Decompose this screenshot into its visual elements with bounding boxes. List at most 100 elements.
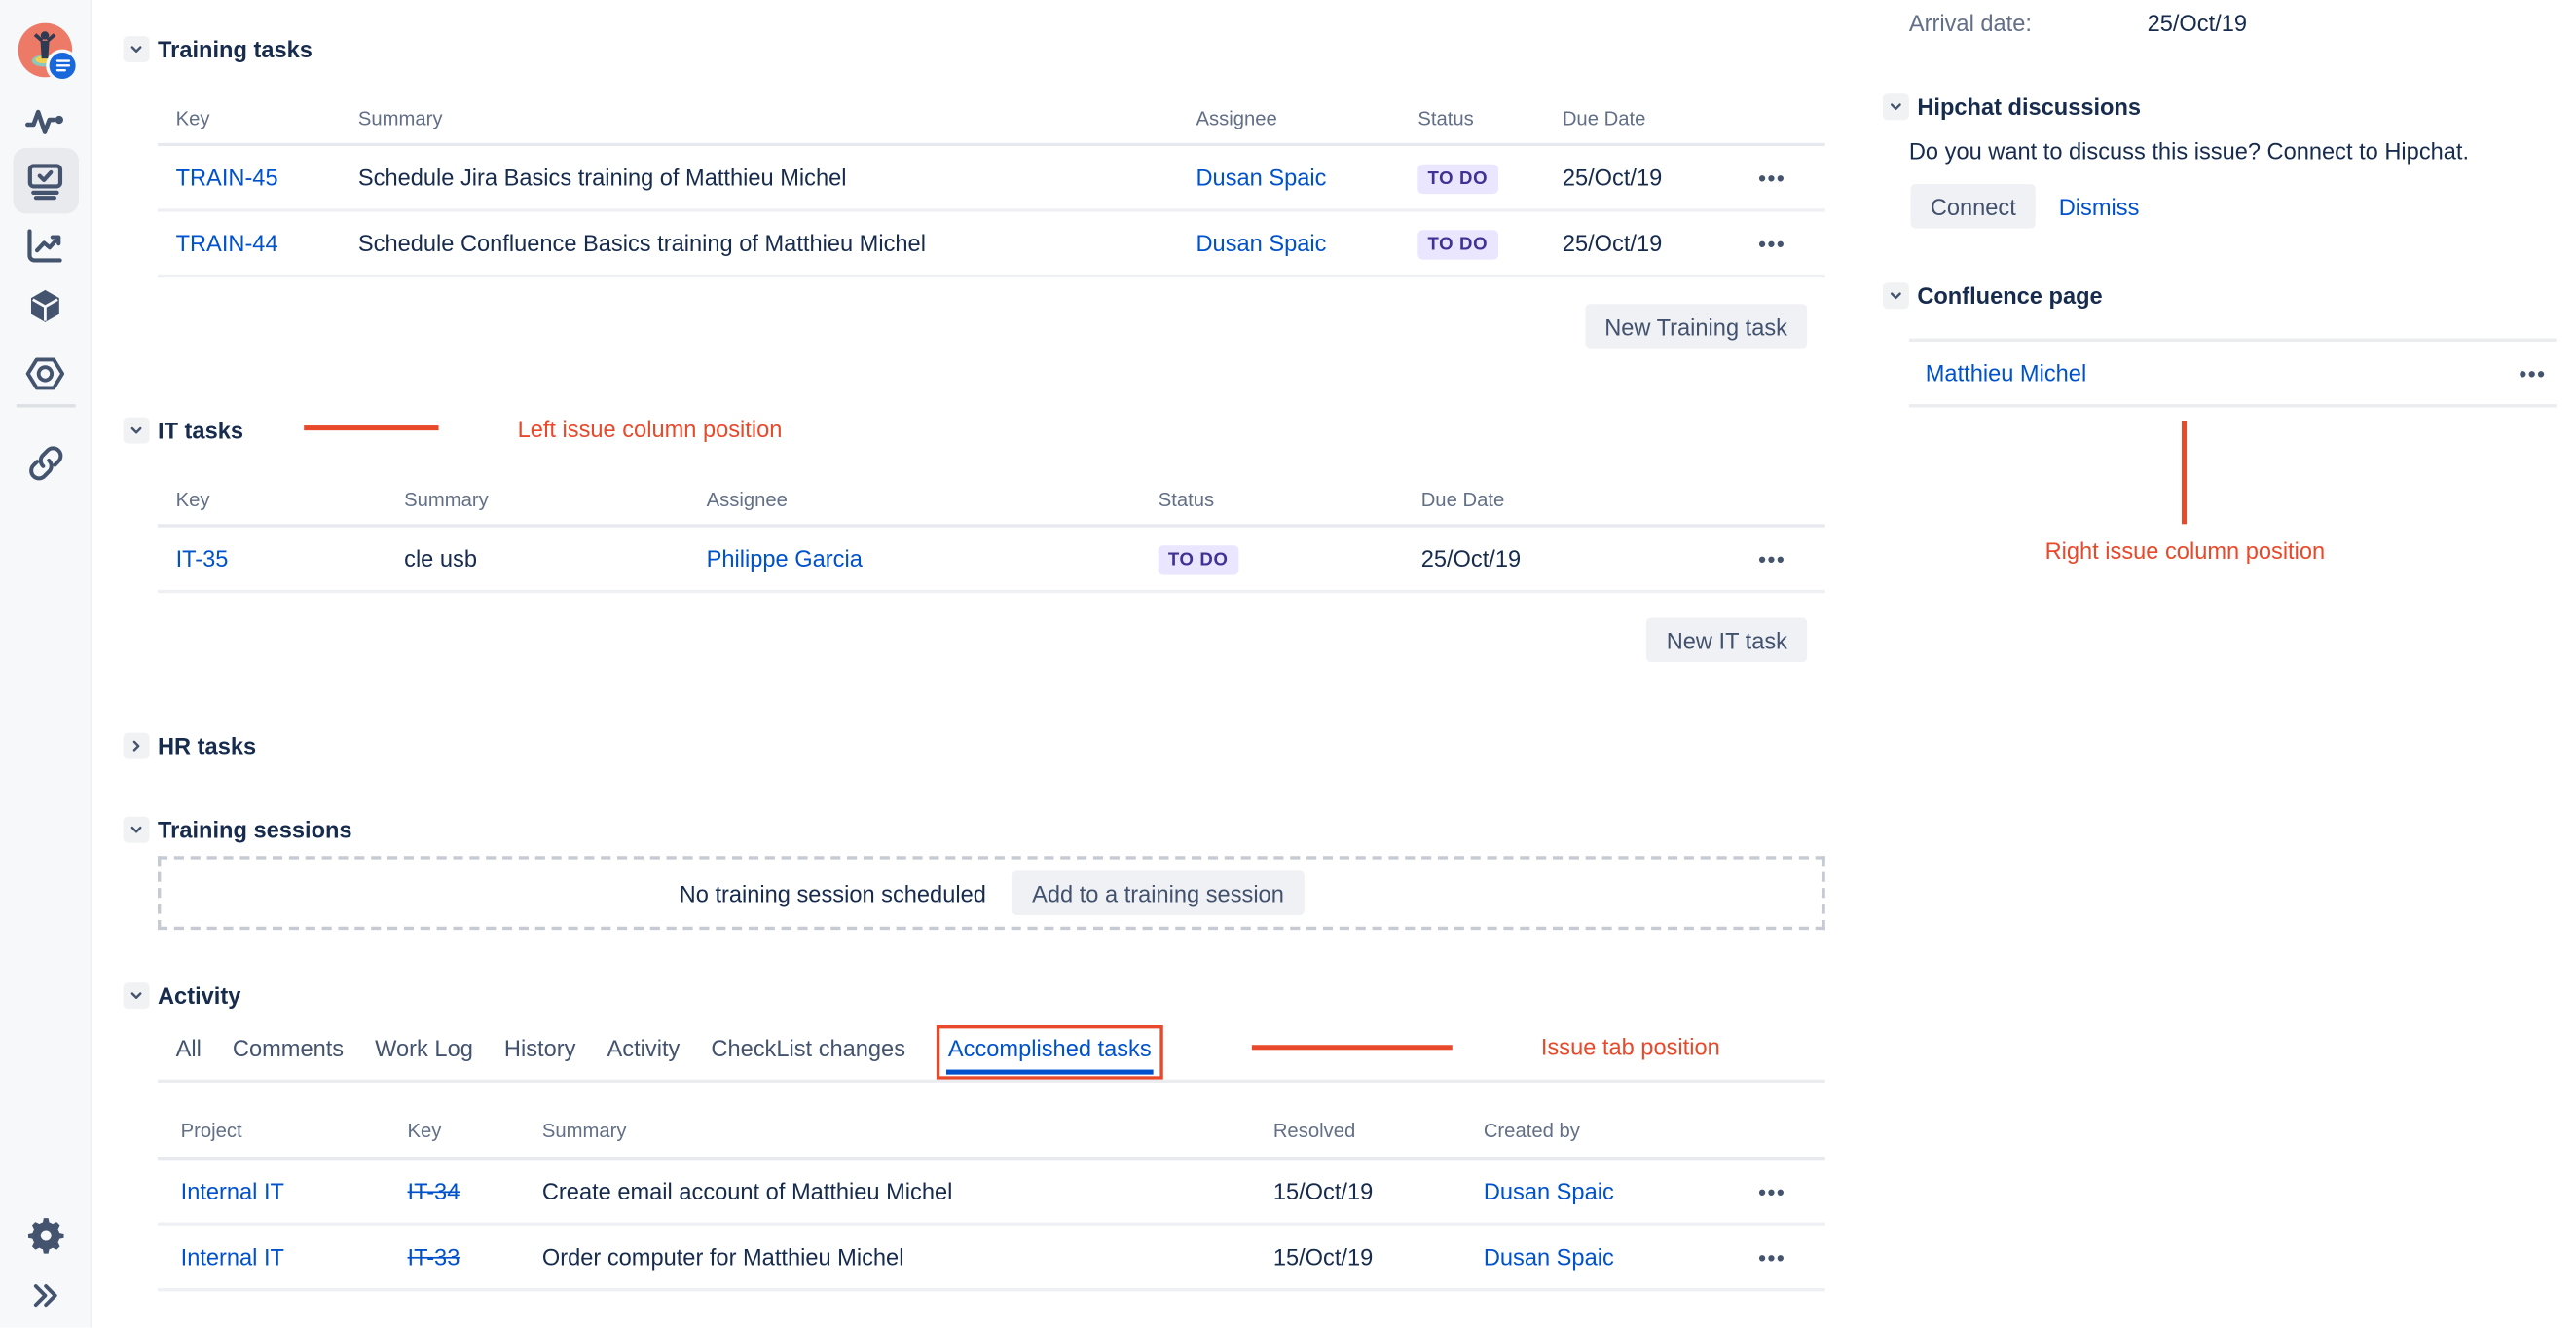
section-title: Training tasks <box>158 36 313 63</box>
confluence-page-row: Matthieu Michel ••• <box>1909 342 2557 404</box>
expand-sidebar-chevrons-icon[interactable] <box>18 1269 71 1321</box>
chevron-down-icon[interactable] <box>1882 93 1909 121</box>
add-training-session-button[interactable]: Add to a training session <box>1012 870 1305 915</box>
table-row: IT-35 cle usb Philippe Garcia TO DO 25/O… <box>158 527 1825 594</box>
apps-cube-icon[interactable] <box>18 279 71 332</box>
row-actions-button[interactable]: ••• <box>2520 360 2547 385</box>
col-header-summary: Summary <box>357 105 443 129</box>
issue-summary: Schedule Confluence Basics training of M… <box>357 230 926 257</box>
table-row: TRAIN-45 Schedule Jira Basics training o… <box>158 146 1825 212</box>
issue-key-link-resolved[interactable]: IT-33 <box>408 1243 460 1270</box>
project-link[interactable]: Internal IT <box>181 1243 284 1270</box>
rail-divider <box>16 404 75 408</box>
col-header-assignee: Assignee <box>706 487 788 510</box>
col-header-key: Key <box>175 105 210 129</box>
hipchat-actions: Connect Dismiss <box>1910 184 2143 229</box>
created-by-link[interactable]: Dusan Spaic <box>1484 1243 1614 1270</box>
col-header-due-date: Due Date <box>1420 487 1505 510</box>
chevron-right-icon[interactable] <box>123 732 150 759</box>
tab-checklist-changes[interactable]: CheckList changes <box>711 1034 905 1060</box>
row-actions-button[interactable]: ••• <box>1753 1179 1825 1203</box>
new-it-task-button[interactable]: New IT task <box>1646 617 1808 663</box>
issue-summary: Schedule Jira Basics training of Matthie… <box>357 164 847 191</box>
due-date: 25/Oct/19 <box>1562 164 1663 191</box>
jira-issue-page: Training tasks Key Summary Assignee Stat… <box>0 0 2576 1328</box>
section-header-training-sessions: Training sessions <box>123 816 352 843</box>
status-badge: TO DO <box>1158 544 1238 574</box>
section-title: Hipchat discussions <box>1917 93 2142 121</box>
new-training-task-button[interactable]: New Training task <box>1584 304 1808 349</box>
row-actions-button[interactable]: ••• <box>1753 1244 1825 1269</box>
accomplished-tasks-table: Project Key Summary Resolved Created by … <box>158 1104 1825 1292</box>
activity-tab-bar: All Comments Work Log History Activity C… <box>158 1024 1162 1079</box>
project-link[interactable]: Internal IT <box>181 1178 284 1204</box>
col-header-created-by: Created by <box>1483 1119 1580 1142</box>
assignee-link[interactable]: Philippe Garcia <box>707 545 863 572</box>
created-by-link[interactable]: Dusan Spaic <box>1484 1178 1614 1204</box>
chevron-down-icon[interactable] <box>123 36 150 63</box>
empty-state-text: No training session scheduled <box>679 879 986 906</box>
section-header-activity: Activity <box>123 982 241 1010</box>
annotation-text-issue-tab: Issue tab position <box>1540 1033 1720 1060</box>
issue-summary: cle usb <box>404 545 477 572</box>
tab-comments[interactable]: Comments <box>233 1034 344 1060</box>
chevron-down-icon[interactable] <box>123 982 150 1010</box>
avatar-notes-badge-icon <box>46 49 79 83</box>
section-header-it-tasks: IT tasks <box>123 417 243 444</box>
chevron-down-icon[interactable] <box>1882 282 1909 310</box>
tab-activity[interactable]: Activity <box>607 1034 681 1060</box>
section-header-hipchat: Hipchat discussions <box>1882 93 2142 121</box>
tab-work-log[interactable]: Work Log <box>375 1034 473 1060</box>
status-badge: TO DO <box>1417 229 1498 259</box>
dismiss-button[interactable]: Dismiss <box>2055 184 2142 229</box>
table-row: Internal IT IT-34 Create email account o… <box>158 1160 1825 1226</box>
row-actions-button[interactable]: ••• <box>1753 166 1825 190</box>
row-actions-button[interactable]: ••• <box>1753 546 1825 571</box>
hex-nut-icon[interactable] <box>18 347 71 399</box>
chart-trend-icon[interactable] <box>18 218 71 271</box>
settings-gear-icon[interactable] <box>18 1209 71 1262</box>
section-title: HR tasks <box>158 732 257 759</box>
table-header-row: Key Summary Assignee Status Due Date <box>158 473 1825 528</box>
section-title: Activity <box>158 982 241 1010</box>
due-date: 25/Oct/19 <box>1562 230 1663 257</box>
col-header-project: Project <box>180 1119 242 1142</box>
arrival-date-label: Arrival date: <box>1908 10 2032 37</box>
col-header-due-date: Due Date <box>1562 105 1646 129</box>
col-header-status: Status <box>1158 487 1215 510</box>
table-header-row: Project Key Summary Resolved Created by <box>158 1104 1825 1161</box>
col-header-key: Key <box>175 487 210 510</box>
section-title: Training sessions <box>158 816 352 843</box>
issue-summary: Create email account of Matthieu Michel <box>541 1177 953 1204</box>
issue-key-link[interactable]: TRAIN-44 <box>176 230 278 256</box>
arrival-date-value: 25/Oct/19 <box>2147 10 2247 37</box>
row-actions-button[interactable]: ••• <box>1753 231 1825 255</box>
table-header-row: Key Summary Assignee Status Due Date <box>158 92 1825 147</box>
col-header-summary: Summary <box>541 1119 627 1142</box>
due-date: 25/Oct/19 <box>1420 545 1522 572</box>
issue-key-link-resolved[interactable]: IT-34 <box>408 1178 460 1204</box>
assignee-link[interactable]: Dusan Spaic <box>1196 230 1327 256</box>
link-icon[interactable] <box>18 437 71 490</box>
activity-pulse-icon[interactable] <box>18 95 71 148</box>
connect-button[interactable]: Connect <box>1910 184 2037 229</box>
col-header-assignee: Assignee <box>1196 105 1277 129</box>
table-row: Internal IT IT-33 Order computer for Mat… <box>158 1225 1825 1292</box>
status-badge: TO DO <box>1417 163 1498 194</box>
empty-training-session-box: No training session scheduled Add to a t… <box>158 856 1825 931</box>
nav-item-selected-tasks[interactable] <box>12 147 79 214</box>
assignee-link[interactable]: Dusan Spaic <box>1196 165 1327 191</box>
chevron-down-icon[interactable] <box>123 417 150 444</box>
tab-all[interactable]: All <box>176 1034 202 1060</box>
issue-key-link[interactable]: IT-35 <box>176 545 229 572</box>
col-header-resolved: Resolved <box>1272 1119 1356 1142</box>
issue-key-link[interactable]: TRAIN-45 <box>176 165 278 191</box>
chevron-down-icon[interactable] <box>123 816 150 843</box>
project-avatar[interactable] <box>18 22 79 83</box>
section-title: Confluence page <box>1917 282 2103 310</box>
tab-history[interactable]: History <box>504 1034 576 1060</box>
tab-accomplished-tasks-active[interactable]: Accomplished tasks <box>937 1024 1162 1079</box>
confluence-page-link[interactable]: Matthieu Michel <box>1926 360 2086 387</box>
col-header-summary: Summary <box>404 487 489 510</box>
annotation-text-right-column: Right issue column position <box>2044 536 2326 564</box>
